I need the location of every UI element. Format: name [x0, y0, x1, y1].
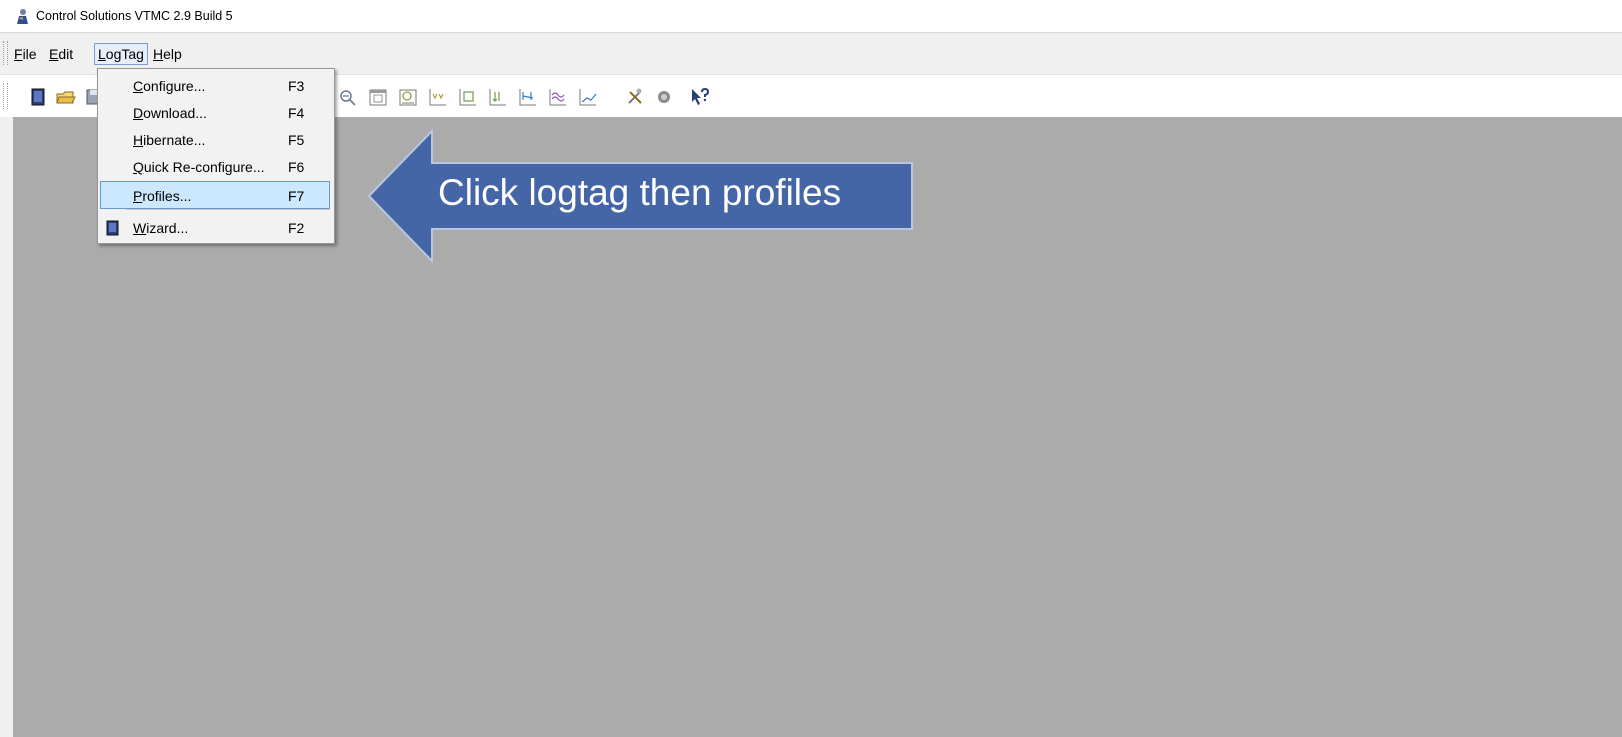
menu-help[interactable]: Help: [150, 44, 185, 64]
chart-b-icon[interactable]: [457, 86, 479, 108]
report-icon[interactable]: [397, 86, 419, 108]
line-chart-icon[interactable]: [577, 86, 599, 108]
chart-a-icon[interactable]: [427, 86, 449, 108]
menu-item-profiles[interactable]: Profiles... F7: [100, 181, 330, 209]
menu-file[interactable]: File: [11, 44, 40, 64]
toolbar-grip[interactable]: [3, 83, 8, 109]
menu-item-configure[interactable]: Configure... F3: [100, 72, 330, 100]
menu-item-quick-reconfigure[interactable]: Quick Re-configure... F6: [100, 153, 330, 181]
menu-separator: [126, 209, 330, 210]
open-folder-icon[interactable]: [55, 86, 77, 108]
menu-item-download[interactable]: Download... F4: [100, 99, 330, 127]
menu-item-hibernate[interactable]: Hibernate... F5: [100, 126, 330, 154]
tools-icon[interactable]: [624, 86, 646, 108]
menu-item-wizard[interactable]: Wizard... F2: [100, 214, 330, 242]
menu-logtag[interactable]: LogTag: [94, 43, 148, 65]
app-person-icon: [17, 9, 28, 24]
zoom-icon[interactable]: [336, 86, 358, 108]
window-title: Control Solutions VTMC 2.9 Build 5: [36, 9, 233, 23]
menu-edit[interactable]: Edit: [46, 44, 76, 64]
help-pointer-icon[interactable]: [689, 86, 711, 108]
logtag-dropdown-menu: Configure... F3 Download... F4 Hibernate…: [97, 68, 335, 244]
title-bar: Control Solutions VTMC 2.9 Build 5: [0, 0, 1622, 33]
chart-c-icon[interactable]: [487, 86, 509, 108]
wave-chart-icon[interactable]: [547, 86, 569, 108]
menubar-grip[interactable]: [3, 41, 8, 65]
logtag-icon[interactable]: [653, 86, 675, 108]
new-file-icon[interactable]: [27, 86, 49, 108]
calendar-icon[interactable]: [367, 86, 389, 108]
chart-d-icon[interactable]: [517, 86, 539, 108]
callout-text: Click logtag then profiles: [438, 172, 842, 213]
wizard-icon: [106, 220, 119, 236]
